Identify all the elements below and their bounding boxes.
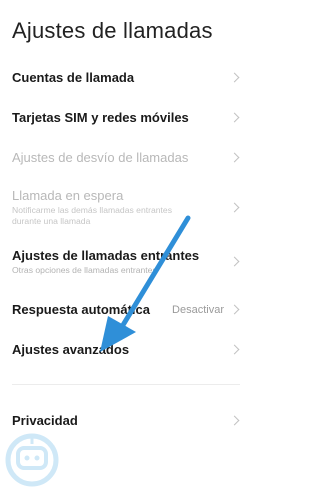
chevron-right-icon xyxy=(229,112,240,123)
auto-answer-value: Desactivar xyxy=(172,304,224,316)
page-title: Ajustes de llamadas xyxy=(12,18,213,43)
section-divider xyxy=(12,384,240,385)
settings-item-auto-answer[interactable]: Respuesta automática Desactivar xyxy=(0,294,252,326)
chevron-right-icon xyxy=(229,72,240,83)
chevron-right-icon xyxy=(229,344,240,355)
settings-item-advanced[interactable]: Ajustes avanzados xyxy=(0,334,252,366)
settings-item-call-accounts[interactable]: Cuentas de llamada xyxy=(0,62,252,94)
settings-item-subtitle: Otras opciones de llamadas entrantes xyxy=(12,265,157,275)
settings-item-subtitle: durante una llamada xyxy=(12,216,91,226)
settings-item-label: Ajustes de desvío de llamadas xyxy=(12,150,189,165)
settings-item-call-forwarding[interactable]: Ajustes de desvío de llamadas xyxy=(0,142,252,174)
settings-item-label: Cuentas de llamada xyxy=(12,70,135,85)
chevron-right-icon xyxy=(229,256,240,267)
settings-item-label: Llamada en espera xyxy=(12,188,124,203)
settings-item-label: Ajustes avanzados xyxy=(12,342,130,357)
settings-item-label: Ajustes de llamadas entrantes xyxy=(12,248,200,263)
chevron-right-icon xyxy=(229,304,240,315)
watermark-logo-icon xyxy=(5,433,59,487)
settings-item-subtitle: Notificarme las demás llamadas entrantes xyxy=(12,205,173,215)
chevron-right-icon xyxy=(229,152,240,163)
chevron-right-icon xyxy=(229,415,240,426)
settings-item-label: Tarjetas SIM y redes móviles xyxy=(12,110,189,125)
chevron-right-icon xyxy=(229,202,240,213)
settings-item-label: Respuesta automática xyxy=(12,302,150,317)
settings-item-sim-cards[interactable]: Tarjetas SIM y redes móviles xyxy=(0,102,252,134)
settings-item-incoming-calls[interactable]: Ajustes de llamadas entrantes Otras opci… xyxy=(0,242,252,282)
settings-item-call-waiting[interactable]: Llamada en espera Notificarme las demás … xyxy=(0,182,252,234)
settings-item-label: Privacidad xyxy=(12,413,78,428)
